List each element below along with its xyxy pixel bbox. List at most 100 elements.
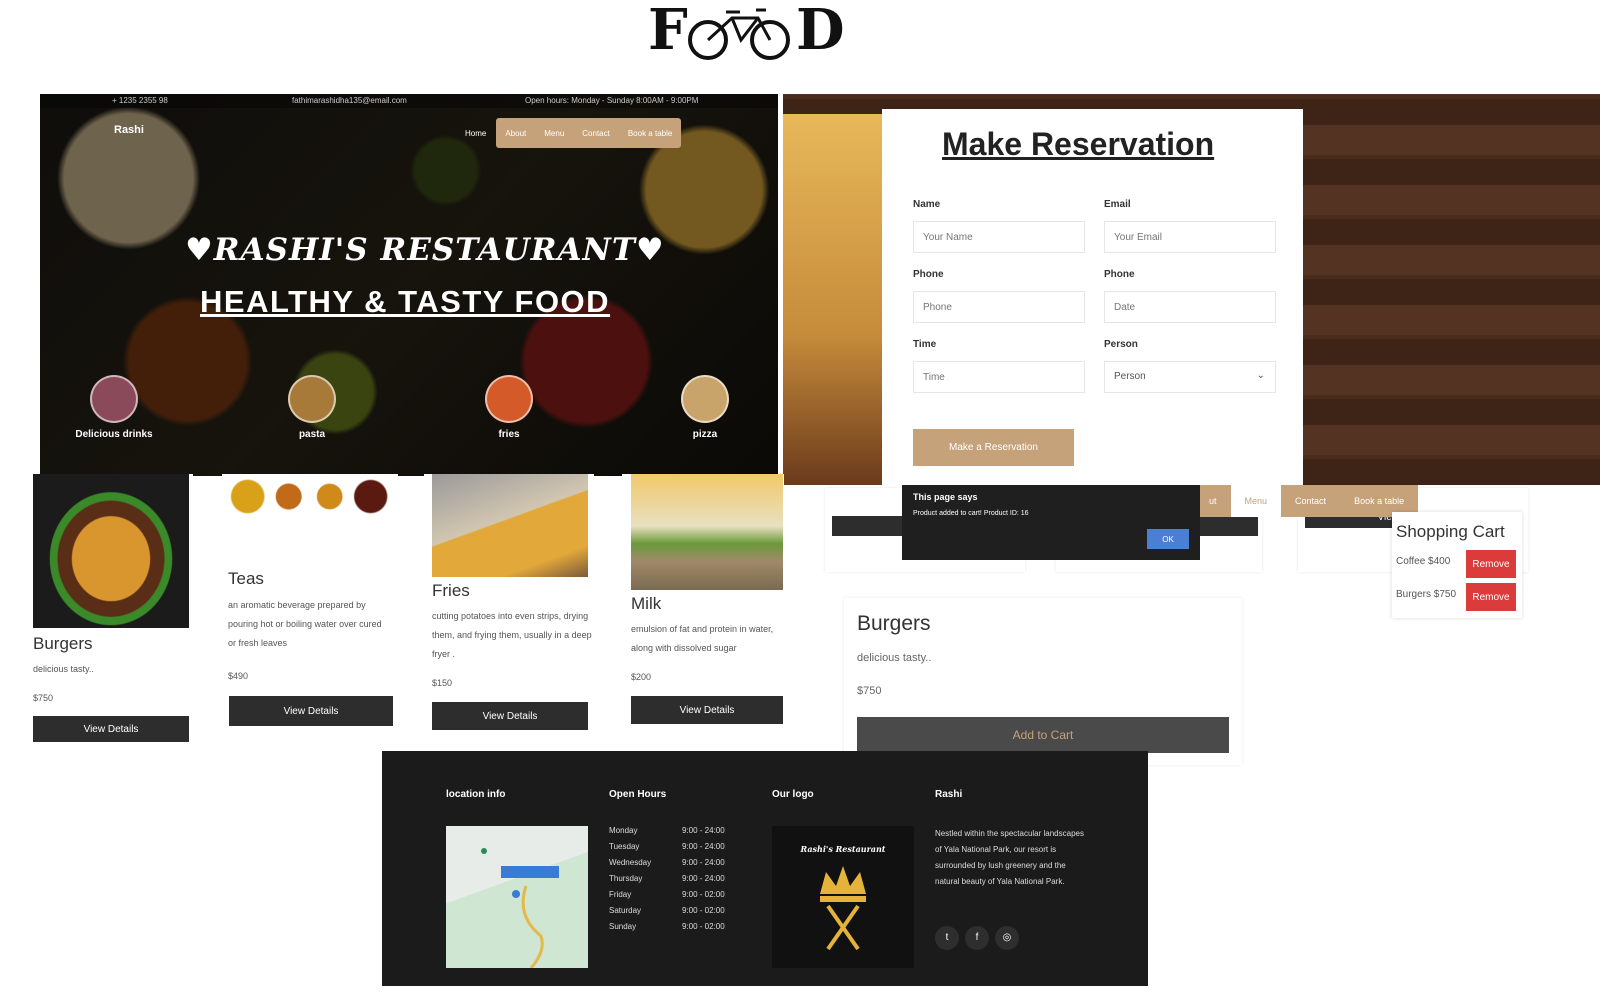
category-drinks[interactable]: Delicious drinks	[69, 375, 159, 440]
detail-title: Burgers	[857, 612, 931, 635]
about-text: Nestled within the spectacular landscape…	[935, 829, 1084, 886]
nav-about[interactable]: ut	[1195, 485, 1231, 517]
person-label: Person	[1104, 339, 1138, 350]
location-map[interactable]	[446, 826, 588, 968]
hours-text: Open hours: Monday - Sunday 8:00AM - 9:0…	[525, 96, 699, 105]
secondary-nav: ut Menu Contact Book a table	[1195, 485, 1419, 517]
phone-text: + 1235 2355 98	[112, 96, 168, 105]
cart-title: Shopping Cart	[1396, 522, 1505, 541]
restaurant-logo: Rashi's Restaurant	[772, 826, 914, 968]
date-label: Phone	[1104, 269, 1135, 280]
hours-row: Monday 9:00 - 24:00	[609, 826, 725, 835]
logo-letter-f: F	[648, 0, 688, 63]
nav-home[interactable]: Home	[455, 129, 496, 138]
add-to-cart-button[interactable]: Add to Cart	[857, 717, 1229, 753]
name-label: Name	[913, 199, 941, 210]
email-input[interactable]	[1104, 221, 1276, 253]
product-desc: delicious tasty..	[33, 664, 94, 674]
heart-icon: ♥	[635, 232, 665, 268]
product-price: $200	[631, 672, 652, 682]
fries-image	[783, 114, 883, 485]
product-card-teas: Teas an aromatic beverage prepared by po…	[222, 474, 398, 744]
bicycle-icon	[688, 8, 790, 60]
product-title: Fries	[432, 581, 470, 600]
view-details-button[interactable]: View Details	[631, 696, 783, 724]
cart-item: Coffee $400	[1396, 556, 1451, 567]
product-title: Teas	[228, 569, 264, 588]
main-nav: Home About Menu Contact Book a table	[455, 118, 682, 148]
email-label: Email	[1104, 199, 1131, 210]
site-footer: location info Open Hours Our logo Rashi …	[382, 751, 1148, 986]
product-desc: cutting potatoes into even strips, dryin…	[432, 611, 592, 659]
logo-text: Rashi's Restaurant	[800, 844, 886, 854]
time-input[interactable]	[913, 361, 1085, 393]
view-details-button[interactable]: View Details	[229, 696, 393, 726]
nav-contact[interactable]: Contact	[573, 129, 619, 138]
hours-row: Saturday 9:00 - 02:00	[609, 906, 725, 915]
reservation-form: Make Reservation Name Email Phone Phone …	[882, 109, 1303, 485]
product-title: Milk	[631, 594, 662, 613]
view-details-button[interactable]: View Details	[33, 716, 189, 742]
category-pasta[interactable]: pasta	[267, 375, 357, 440]
twitter-icon[interactable]: t	[935, 926, 959, 950]
facebook-icon[interactable]: f	[965, 926, 989, 950]
product-card-burgers: Burgers delicious tasty.. $750 View Deta…	[33, 474, 193, 744]
phone-label: Phone	[913, 269, 944, 280]
reservation-title: Make Reservation	[942, 126, 1215, 162]
hours-row: Friday 9:00 - 02:00	[609, 890, 725, 899]
remove-button[interactable]: Remove	[1466, 583, 1516, 611]
product-desc: emulsion of fat and protein in water, al…	[631, 624, 774, 653]
phone-input[interactable]	[913, 291, 1085, 323]
top-info-bar: + 1235 2355 98 fathimarashidha135@email.…	[40, 94, 778, 108]
name-input[interactable]	[913, 221, 1085, 253]
product-detail-card: Burgers delicious tasty.. $750 Add to Ca…	[844, 598, 1242, 765]
burger-image	[33, 474, 189, 628]
hours-row: Sunday 9:00 - 02:00	[609, 922, 725, 931]
footer-hours-title: Open Hours	[609, 789, 667, 800]
nav-menu[interactable]: Menu	[535, 129, 573, 138]
fries-product-image	[432, 474, 588, 577]
milk-image	[631, 474, 783, 590]
nav-menu[interactable]: Menu	[1230, 485, 1282, 517]
hero-title-text: RASHI'S RESTAURANT	[213, 232, 636, 268]
category-pizza[interactable]: pizza	[660, 375, 750, 440]
product-price: $150	[432, 678, 453, 688]
make-reservation-button[interactable]: Make a Reservation	[913, 429, 1074, 466]
ok-button[interactable]: OK	[1147, 529, 1189, 549]
instagram-icon[interactable]: ◎	[995, 926, 1019, 950]
nav-book[interactable]: Book a table	[619, 129, 681, 138]
product-desc: an aromatic beverage prepared by pouring…	[228, 600, 382, 648]
detail-desc: delicious tasty..	[857, 652, 932, 664]
chevron-down-icon: ⌄	[1256, 370, 1265, 381]
footer-location-title: location info	[446, 789, 506, 800]
brand-name[interactable]: Rashi	[114, 124, 144, 136]
cart-item: Burgers $750	[1396, 589, 1457, 600]
nav-contact[interactable]: Contact	[1281, 485, 1341, 517]
person-select[interactable]: Person ⌄	[1104, 361, 1276, 393]
date-input[interactable]	[1104, 291, 1276, 323]
remove-button[interactable]: Remove	[1466, 550, 1516, 578]
product-card-milk: Milk emulsion of fat and protein in wate…	[622, 474, 784, 744]
map-route	[481, 848, 559, 968]
alert-dialog: This page says Product added to cart! Pr…	[902, 485, 1200, 560]
category-fries[interactable]: fries	[464, 375, 554, 440]
teas-image	[228, 474, 392, 564]
product-price: $750	[33, 693, 54, 703]
dialog-title: This page says	[913, 492, 978, 502]
shopping-cart: Shopping Cart Coffee $400 Remove Burgers…	[1392, 512, 1522, 618]
email-text: fathimarashidha135@email.com	[292, 96, 407, 105]
product-card-fries: Fries cutting potatoes into even strips,…	[424, 474, 594, 744]
logo-letter-d: D	[796, 0, 845, 63]
crown-fork-knife-icon	[820, 866, 866, 951]
view-details-button[interactable]: View Details	[432, 702, 588, 730]
hours-row: Tuesday 9:00 - 24:00	[609, 842, 725, 851]
site-logo: F D	[648, 0, 848, 62]
footer-logo-title: Our logo	[772, 789, 814, 800]
dialog-message: Product added to cart! Product ID: 16	[913, 510, 1029, 517]
hours-row: Thursday 9:00 - 24:00	[609, 874, 725, 883]
hero-subtitle: HEALTHY & TASTY FOOD	[200, 284, 611, 319]
nav-about[interactable]: About	[496, 129, 535, 138]
time-label: Time	[913, 339, 937, 350]
product-price: $490	[228, 671, 249, 681]
footer-about-title: Rashi	[935, 789, 963, 800]
